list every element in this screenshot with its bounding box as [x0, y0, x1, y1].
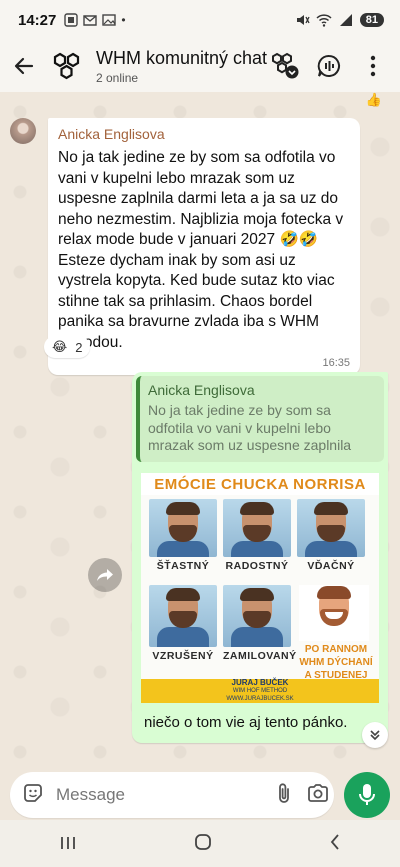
- poster-footer-sub: WIM HOF METHOD: [232, 688, 288, 694]
- poster-title: EMÓCIE CHUCKA NORRISA: [141, 473, 379, 495]
- chat-title: WHM komunitný chat: [96, 47, 268, 68]
- poster-tile: VĎAČNÝ: [297, 499, 365, 572]
- outgoing-caption: niečo o tom vie aj tento pánko.: [144, 714, 348, 731]
- sender-name[interactable]: Anicka Englisova: [58, 126, 350, 142]
- call-button[interactable]: [314, 51, 344, 81]
- home-button[interactable]: [194, 831, 212, 857]
- chat-messages[interactable]: 👍 Anicka Englisova No ja tak jedine ze b…: [0, 92, 400, 770]
- portrait: [297, 499, 365, 557]
- message-time: 16:35: [322, 357, 350, 369]
- incoming-bubble[interactable]: Anicka Englisova No ja tak jedine ze by …: [48, 118, 360, 375]
- more-options-button[interactable]: [358, 51, 388, 81]
- chat-header: WHM komunitný chat 2 online: [0, 40, 400, 92]
- reaction-emoji: 😂: [52, 339, 68, 354]
- message-input[interactable]: [56, 785, 277, 805]
- forward-icon: [97, 569, 113, 581]
- poster-label: ZAMILOVANÝ: [223, 650, 297, 662]
- mute-icon: [296, 15, 310, 25]
- status-notification-icons: •: [64, 13, 126, 27]
- message-text: No ja tak jedine ze by som sa odfotila v…: [58, 149, 344, 351]
- double-chevron-down-icon: [370, 730, 380, 741]
- community-button[interactable]: [270, 51, 300, 81]
- reaction-count: 2: [75, 339, 83, 355]
- camera-icon: [308, 783, 328, 802]
- sticker-button[interactable]: [22, 782, 44, 809]
- message-input-container[interactable]: [10, 772, 334, 818]
- portrait: [149, 585, 217, 647]
- input-actions: [277, 782, 329, 809]
- poster-footer-url: WWW.JURAJBUCEK.SK: [226, 696, 294, 702]
- poster-label: VĎAČNÝ: [307, 560, 355, 572]
- outgoing-message[interactable]: Anicka Englisova No ja tak jedine ze by …: [132, 372, 388, 743]
- chat-subtitle: 2 online: [96, 70, 139, 85]
- screenshot-icon: [64, 13, 79, 27]
- mic-icon: [359, 784, 375, 805]
- image-attachment[interactable]: EMÓCIE CHUCKA NORRISA ŠŤASTNÝ RADOSTNÝ V…: [136, 468, 384, 708]
- chat-title-area[interactable]: WHM komunitný chat 2 online: [96, 48, 270, 85]
- sender-avatar[interactable]: [10, 118, 36, 144]
- previous-message-reaction: 👍: [365, 92, 382, 107]
- poster-tile: VZRUŠENÝ: [149, 585, 217, 662]
- smiling-portrait: [299, 585, 369, 641]
- community-icon: [272, 52, 299, 79]
- home-icon: [195, 833, 211, 850]
- quoted-text: No ja tak jedine ze by som sa odfotila v…: [148, 402, 352, 453]
- gmail-icon: [83, 15, 98, 26]
- status-time: 14:27: [18, 11, 57, 29]
- back-button[interactable]: [2, 40, 46, 92]
- hexagon-group-icon: [53, 52, 80, 80]
- message-composer: [0, 770, 400, 820]
- poster-label: VZRUŠENÝ: [152, 650, 214, 662]
- recent-apps-icon: [60, 836, 75, 849]
- camera-button[interactable]: [307, 783, 329, 808]
- arrow-left-icon: [14, 57, 34, 75]
- recent-apps-button[interactable]: [59, 831, 77, 857]
- paperclip-icon: [279, 782, 289, 803]
- portrait: [149, 499, 217, 557]
- dot-icon: •: [121, 13, 126, 27]
- attach-button[interactable]: [277, 782, 291, 809]
- portrait: [305, 585, 363, 637]
- poster-tile: ZAMILOVANÝ: [223, 585, 297, 662]
- poster-footer-name: JURAJ BUČEK: [231, 678, 289, 687]
- quoted-message[interactable]: Anicka Englisova No ja tak jedine ze by …: [136, 376, 384, 462]
- poster-image: EMÓCIE CHUCKA NORRISA ŠŤASTNÝ RADOSTNÝ V…: [141, 473, 379, 703]
- portrait: [223, 499, 291, 557]
- status-system-icons: 81: [294, 12, 384, 28]
- poster-footer: JURAJ BUČEK WIM HOF METHOD WWW.JURAJBUCE…: [141, 679, 379, 703]
- status-bar: 14:27 • 81: [0, 0, 400, 40]
- wifi-icon: [316, 14, 332, 27]
- header-actions: [270, 51, 388, 81]
- signal-icon: [339, 14, 352, 26]
- gallery-icon: [102, 14, 117, 26]
- sticker-icon: [24, 783, 42, 802]
- poster-tile: ŠŤASTNÝ: [149, 499, 217, 572]
- battery-indicator: 81: [359, 13, 384, 27]
- poster-label: ŠŤASTNÝ: [156, 560, 210, 572]
- chat-call-icon: [317, 54, 340, 77]
- voice-record-button[interactable]: [344, 772, 390, 818]
- group-avatar[interactable]: [50, 48, 86, 84]
- quoted-sender: Anicka Englisova: [148, 382, 255, 398]
- poster-label: RADOSTNÝ: [225, 560, 289, 572]
- scroll-down-button[interactable]: [362, 722, 388, 748]
- chevron-left-icon: [331, 833, 339, 850]
- portrait: [223, 585, 291, 647]
- poster-tile: RADOSTNÝ: [223, 499, 291, 572]
- more-vert-icon: [370, 55, 376, 77]
- forward-button[interactable]: [88, 558, 122, 592]
- reaction-chip[interactable]: 😂 2: [44, 336, 91, 358]
- system-nav-bar: [0, 820, 400, 867]
- system-back-button[interactable]: [329, 831, 341, 857]
